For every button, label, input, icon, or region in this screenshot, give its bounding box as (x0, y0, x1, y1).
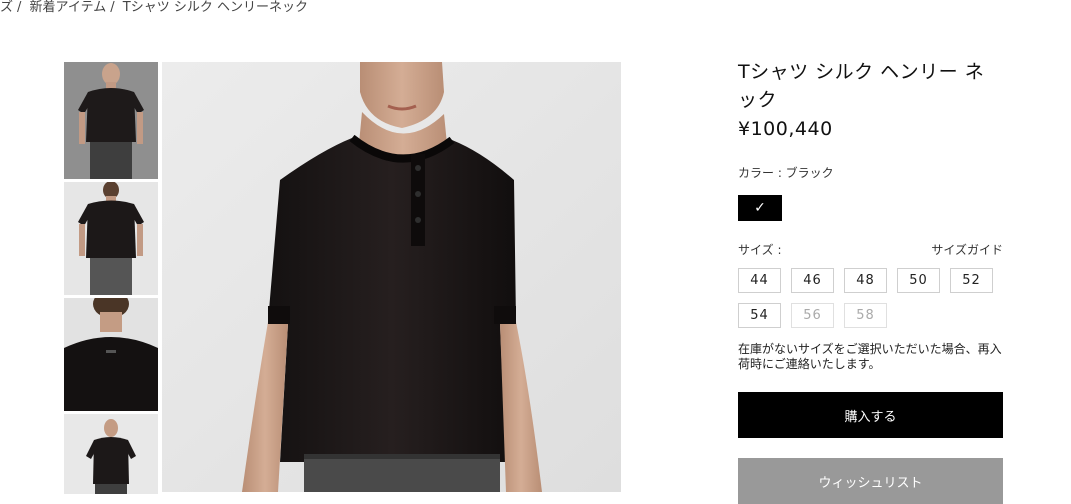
size-option-44[interactable]: 44 (738, 268, 781, 293)
breadcrumb-separator: / (110, 0, 115, 15)
size-label: サイズ : (738, 243, 782, 257)
product-price: ¥100,440 (738, 118, 833, 140)
size-option-56[interactable]: 56 (791, 303, 834, 328)
size-option-46[interactable]: 46 (791, 268, 834, 293)
size-option-58[interactable]: 58 (844, 303, 887, 328)
size-option-50[interactable]: 50 (897, 268, 940, 293)
size-header: サイズ : サイズガイド (738, 241, 1003, 258)
restock-notice: 在庫がないサイズをご選択いただいた場合、再入荷時にご連絡いたします。 (738, 342, 1002, 371)
size-guide-link[interactable]: サイズガイド (931, 241, 1003, 258)
color-swatch-black[interactable]: ✓ (738, 195, 782, 221)
size-option-54[interactable]: 54 (738, 303, 781, 328)
main-product-image[interactable] (162, 62, 621, 492)
breadcrumb-item-prev[interactable]: ズ (0, 0, 13, 15)
thumbnail-front-full[interactable] (64, 62, 158, 179)
color-label: カラー : ブラック (738, 166, 834, 180)
buy-button[interactable]: 購入する (738, 392, 1003, 438)
size-option-48[interactable]: 48 (844, 268, 887, 293)
size-option-52[interactable]: 52 (950, 268, 993, 293)
check-icon: ✓ (754, 200, 766, 216)
product-info: Tシャツ シルク ヘンリー ネック ¥100,440 カラー : ブラック ✓ … (738, 58, 1003, 504)
product-title: Tシャツ シルク ヘンリー ネック (738, 61, 985, 111)
wishlist-button[interactable]: ウィッシュリスト (738, 458, 1003, 504)
size-options: 44 46 48 50 52 54 56 58 (738, 268, 1008, 338)
breadcrumb: ズ / 新着アイテム / Tシャツ シルク ヘンリーネック (0, 0, 312, 15)
thumbnail-side-full[interactable] (64, 414, 158, 494)
breadcrumb-item-current: Tシャツ シルク ヘンリーネック (122, 0, 308, 15)
thumbnail-back-full[interactable] (64, 182, 158, 295)
breadcrumb-item-new-arrivals[interactable]: 新着アイテム (30, 0, 107, 15)
thumbnail-list (64, 62, 158, 497)
breadcrumb-separator: / (17, 0, 22, 15)
thumbnail-back-detail[interactable] (64, 298, 158, 411)
